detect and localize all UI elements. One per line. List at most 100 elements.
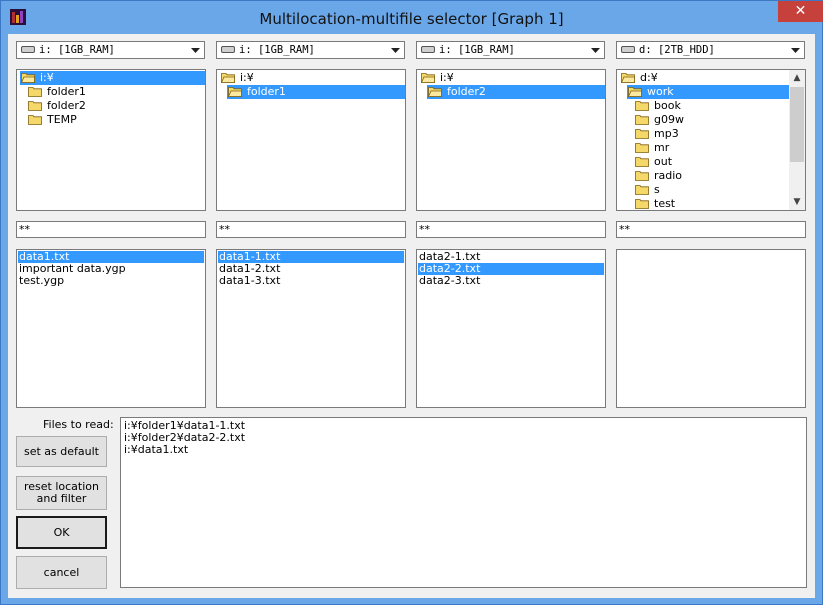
drive-select-value: d: [2TB_HDD] bbox=[639, 44, 715, 56]
reset-location-filter-button[interactable]: reset location and filter bbox=[16, 476, 107, 510]
tree-item[interactable]: book bbox=[634, 99, 789, 113]
tree-item[interactable]: TEMP bbox=[27, 113, 205, 127]
drive-icon bbox=[221, 46, 235, 53]
filter-input-2[interactable]: ** bbox=[216, 221, 406, 238]
tree-item[interactable]: g09w bbox=[634, 113, 789, 127]
tree-item-label: folder2 bbox=[47, 99, 86, 112]
tree-item[interactable]: folder2 bbox=[27, 99, 205, 113]
file-list-2[interactable]: data1-1.txt data1-2.txt data1-3.txt bbox=[216, 249, 406, 408]
tree-item[interactable]: s bbox=[634, 183, 789, 197]
file-item[interactable]: data1-3.txt bbox=[218, 275, 404, 287]
folder-icon bbox=[635, 171, 649, 181]
file-list-4[interactable] bbox=[616, 249, 806, 408]
tree-item[interactable]: test bbox=[634, 197, 789, 210]
files-to-read-box[interactable]: i:¥folder1¥data1-1.txt i:¥folder2¥data2-… bbox=[120, 417, 807, 588]
title-bar[interactable]: Multilocation-multifile selector [Graph … bbox=[1, 1, 823, 35]
tree-item-label: work bbox=[647, 85, 674, 98]
file-list-1[interactable]: data1.txt important data.ygp test.ygp bbox=[16, 249, 206, 408]
files-to-read-line: i:¥data1.txt bbox=[124, 443, 189, 456]
folder-icon bbox=[635, 185, 649, 195]
folder-open-icon bbox=[21, 73, 35, 83]
scroll-up-icon[interactable]: ▲ bbox=[789, 70, 805, 86]
tree-item-label: TEMP bbox=[47, 113, 77, 126]
tree-item-label: d:¥ bbox=[640, 71, 658, 84]
tree-item[interactable]: folder2 bbox=[427, 85, 605, 99]
folder-icon bbox=[635, 101, 649, 111]
folder-tree-4[interactable]: d:¥ work book g09w mp3 mr out radio s test ▲ ▼ bbox=[616, 69, 806, 211]
drive-select-1[interactable]: i: [1GB_RAM] bbox=[16, 41, 205, 59]
drive-select-value: i: [1GB_RAM] bbox=[39, 44, 115, 56]
folder-tree-3[interactable]: i:¥ folder2 bbox=[416, 69, 606, 211]
filter-input-1[interactable]: ** bbox=[16, 221, 206, 238]
drive-select-value: i: [1GB_RAM] bbox=[439, 44, 515, 56]
tree-item[interactable]: d:¥ bbox=[620, 71, 789, 85]
tree-scrollbar[interactable]: ▲ ▼ bbox=[789, 70, 805, 210]
file-list-3[interactable]: data2-1.txt data2-2.txt data2-3.txt bbox=[416, 249, 606, 408]
chevron-down-icon[interactable] bbox=[188, 43, 203, 57]
folder-icon bbox=[635, 199, 649, 209]
tree-item-label: mp3 bbox=[654, 127, 679, 140]
tree-item[interactable]: folder1 bbox=[227, 85, 405, 99]
window-title: Multilocation-multifile selector [Graph … bbox=[259, 10, 564, 28]
tree-item[interactable]: radio bbox=[634, 169, 789, 183]
tree-item-label: i:¥ bbox=[40, 71, 54, 84]
ok-button[interactable]: OK bbox=[16, 516, 107, 549]
tree-item[interactable]: out bbox=[634, 155, 789, 169]
scroll-thumb[interactable] bbox=[790, 87, 804, 162]
file-item[interactable]: data2-3.txt bbox=[418, 275, 604, 287]
chevron-down-icon[interactable] bbox=[388, 43, 403, 57]
folder-tree-1[interactable]: i:¥ folder1 folder2 TEMP bbox=[16, 69, 206, 211]
dialog-client-area: i: [1GB_RAM] i:¥ folder1 folder2 TEMP ** data1… bbox=[8, 34, 815, 598]
tree-item-label: radio bbox=[654, 169, 683, 182]
folder-open-icon bbox=[621, 73, 635, 83]
folder-icon bbox=[28, 101, 42, 111]
chevron-down-icon[interactable] bbox=[588, 43, 603, 57]
tree-item[interactable]: mr bbox=[634, 141, 789, 155]
folder-open-icon bbox=[428, 87, 442, 97]
dialog-window: Multilocation-multifile selector [Graph … bbox=[0, 0, 823, 605]
tree-item[interactable]: i:¥ bbox=[220, 71, 405, 85]
folder-icon bbox=[635, 115, 649, 125]
tree-item[interactable]: work bbox=[627, 85, 789, 99]
file-item[interactable]: test.ygp bbox=[18, 275, 204, 287]
drive-select-4[interactable]: d: [2TB_HDD] bbox=[616, 41, 805, 59]
scroll-down-icon[interactable]: ▼ bbox=[789, 194, 805, 210]
folder-tree-2[interactable]: i:¥ folder1 bbox=[216, 69, 406, 211]
drive-select-2[interactable]: i: [1GB_RAM] bbox=[216, 41, 405, 59]
filter-input-3[interactable]: ** bbox=[416, 221, 606, 238]
tree-item-label: book bbox=[654, 99, 681, 112]
tree-item[interactable]: i:¥ bbox=[20, 71, 205, 85]
tree-item-label: mr bbox=[654, 141, 670, 154]
folder-icon bbox=[635, 143, 649, 153]
close-button[interactable]: ✕ bbox=[778, 1, 823, 22]
folder-icon bbox=[28, 115, 42, 125]
cancel-label: cancel bbox=[43, 565, 80, 579]
drive-select-3[interactable]: i: [1GB_RAM] bbox=[416, 41, 605, 59]
folder-open-icon bbox=[228, 87, 242, 97]
tree-item[interactable]: folder1 bbox=[27, 85, 205, 99]
tree-item-label: i:¥ bbox=[240, 71, 254, 84]
set-as-default-label: set as default bbox=[24, 444, 99, 458]
reset-label-line2: and filter bbox=[36, 492, 87, 505]
files-to-read-line: i:¥folder2¥data2-2.txt bbox=[124, 431, 246, 444]
tree-item-label: out bbox=[654, 155, 673, 168]
chevron-down-icon[interactable] bbox=[788, 43, 803, 57]
folder-icon bbox=[635, 157, 649, 167]
folder-open-icon bbox=[421, 73, 435, 83]
folder-icon bbox=[28, 87, 42, 97]
tree-item-label: test bbox=[654, 197, 676, 210]
tree-item-label: i:¥ bbox=[440, 71, 454, 84]
folder-icon bbox=[635, 129, 649, 139]
tree-item[interactable]: i:¥ bbox=[420, 71, 605, 85]
drive-select-value: i: [1GB_RAM] bbox=[239, 44, 315, 56]
set-as-default-button[interactable]: set as default bbox=[16, 436, 107, 467]
cancel-button[interactable]: cancel bbox=[16, 556, 107, 589]
filter-input-4[interactable]: ** bbox=[616, 221, 806, 238]
tree-item[interactable]: mp3 bbox=[634, 127, 789, 141]
drive-icon bbox=[21, 46, 35, 53]
files-to-read-label: Files to read: bbox=[43, 418, 114, 431]
close-icon: ✕ bbox=[794, 3, 807, 19]
tree-item-label: s bbox=[654, 183, 660, 196]
drive-icon bbox=[621, 46, 635, 53]
tree-item-label: g09w bbox=[654, 113, 684, 126]
